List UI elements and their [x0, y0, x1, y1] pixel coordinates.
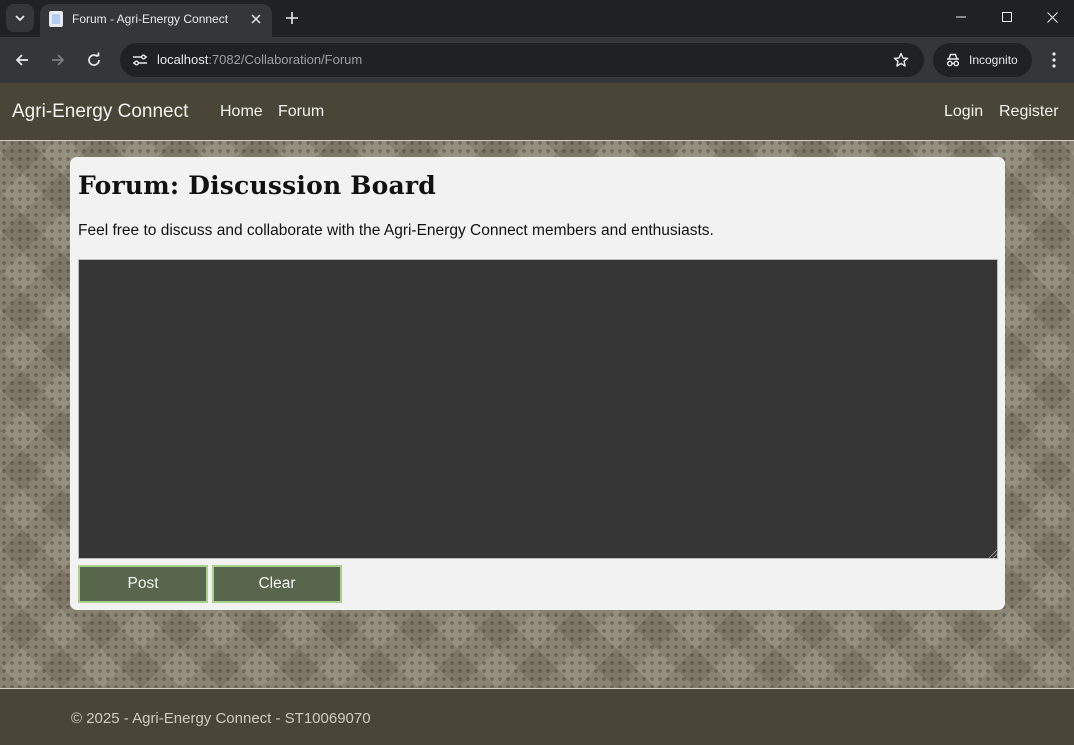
maximize-window-button[interactable]	[984, 0, 1030, 34]
site-info-button[interactable]	[128, 48, 152, 72]
minimize-icon	[956, 16, 966, 18]
nav-link-login[interactable]: Login	[944, 103, 983, 121]
new-tab-button[interactable]	[280, 6, 304, 30]
close-window-button[interactable]	[1029, 0, 1074, 34]
tab-close-button[interactable]	[247, 10, 265, 28]
browser-tab-strip: Forum - Agri-Energy Connect	[0, 0, 1074, 37]
browser-menu-button[interactable]	[1043, 49, 1065, 71]
incognito-icon	[946, 53, 960, 67]
chevron-down-icon	[15, 15, 25, 22]
page-viewport: Agri-Energy Connect Home Forum Login Reg…	[0, 83, 1074, 745]
nav-link-register[interactable]: Register	[999, 103, 1059, 121]
close-icon	[1046, 11, 1058, 23]
forum-card: Forum: Discussion Board Feel free to dis…	[70, 157, 1005, 610]
nav-link-home[interactable]: Home	[220, 103, 263, 121]
plus-icon	[286, 12, 298, 24]
footer-copyright: © 2025 - Agri-Energy Connect - ST1006907…	[71, 710, 371, 727]
browser-tab-active[interactable]: Forum - Agri-Energy Connect	[40, 4, 272, 37]
incognito-indicator[interactable]: Incognito	[933, 43, 1032, 77]
site-navbar: Agri-Energy Connect Home Forum Login Reg…	[0, 83, 1074, 141]
forward-button[interactable]	[44, 46, 72, 74]
star-icon	[893, 52, 909, 67]
close-icon	[251, 14, 261, 24]
maximize-icon	[1002, 12, 1012, 22]
arrow-left-icon	[15, 54, 28, 66]
tab-search-button[interactable]	[6, 4, 34, 32]
bookmark-button[interactable]	[892, 51, 910, 69]
minimize-window-button[interactable]	[938, 0, 984, 34]
page-title: Forum: Discussion Board	[78, 171, 436, 200]
clear-button[interactable]: Clear	[212, 565, 342, 603]
back-button[interactable]	[8, 46, 36, 74]
post-button[interactable]: Post	[78, 565, 208, 603]
brand-link[interactable]: Agri-Energy Connect	[12, 101, 188, 123]
incognito-label: Incognito	[969, 53, 1018, 67]
tab-title: Forum - Agri-Energy Connect	[72, 12, 229, 26]
nav-link-forum[interactable]: Forum	[278, 103, 324, 121]
intro-text: Feel free to discuss and collaborate wit…	[78, 222, 714, 239]
page-favicon-icon	[49, 11, 63, 27]
site-footer: © 2025 - Agri-Energy Connect - ST1006907…	[0, 688, 1074, 745]
reload-button[interactable]	[80, 46, 108, 74]
address-bar[interactable]: localhost:7082/Collaboration/Forum	[120, 43, 924, 77]
more-vert-icon	[1052, 52, 1056, 68]
url-host: localhost	[157, 52, 209, 67]
post-textarea[interactable]	[78, 259, 998, 559]
browser-toolbar: localhost:7082/Collaboration/Forum Incog…	[0, 37, 1074, 83]
url-text: localhost:7082/Collaboration/Forum	[157, 52, 362, 67]
url-path: :7082/Collaboration/Forum	[208, 52, 363, 67]
reload-icon	[88, 52, 100, 66]
arrow-right-icon	[52, 54, 65, 66]
tune-icon	[133, 54, 147, 66]
